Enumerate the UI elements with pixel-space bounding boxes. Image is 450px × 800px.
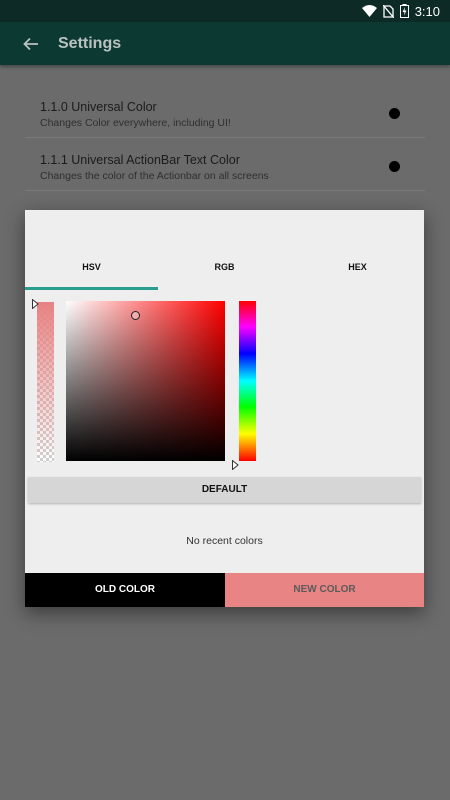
- arrow-left-icon: [23, 37, 38, 50]
- new-color-button[interactable]: NEW COLOR: [225, 573, 424, 607]
- battery-charging-icon: [399, 4, 409, 18]
- alpha-slider[interactable]: [37, 302, 54, 462]
- saturation-value-picker[interactable]: [66, 301, 225, 461]
- no-sim-icon: [382, 4, 394, 18]
- back-button[interactable]: [20, 33, 42, 55]
- tab-hsv[interactable]: HSV: [25, 252, 158, 290]
- pref-title: 1.1.0 Universal Color: [40, 100, 157, 114]
- tab-indicator: [25, 287, 158, 290]
- tab-bar: HSV RGB HEX: [25, 252, 424, 290]
- pref-universal-color[interactable]: 1.1.0 Universal Color Changes Color ever…: [25, 85, 425, 138]
- wifi-icon: [361, 5, 377, 17]
- sv-picker-cursor[interactable]: [131, 311, 140, 320]
- settings-list: 1.1.0 Universal Color Changes Color ever…: [25, 85, 425, 191]
- recent-colors-label: No recent colors: [186, 535, 263, 547]
- status-time: 3:10: [414, 3, 440, 19]
- pref-summary: Changes the color of the Actionbar on al…: [40, 170, 269, 182]
- page-title: Settings: [58, 34, 122, 52]
- tab-hex[interactable]: HEX: [291, 252, 424, 290]
- alpha-slider-handle[interactable]: [32, 296, 39, 314]
- color-picker-dialog: HSV RGB HEX DEFAULT No recent colors OLD…: [25, 210, 424, 607]
- color-swatch: [389, 161, 400, 172]
- tab-rgb[interactable]: RGB: [158, 252, 291, 290]
- pref-summary: Changes Color everywhere, including UI!: [40, 117, 231, 129]
- hue-slider[interactable]: [239, 301, 256, 461]
- default-button[interactable]: DEFAULT: [28, 477, 421, 503]
- pref-title: 1.1.1 Universal ActionBar Text Color: [40, 153, 240, 167]
- pref-actionbar-text-color[interactable]: 1.1.1 Universal ActionBar Text Color Cha…: [25, 138, 425, 191]
- status-bar: 3:10: [0, 0, 450, 22]
- old-color-button[interactable]: OLD COLOR: [25, 573, 225, 607]
- app-bar: Settings: [0, 22, 450, 65]
- hue-slider-handle[interactable]: [232, 457, 239, 475]
- color-swatch: [389, 108, 400, 119]
